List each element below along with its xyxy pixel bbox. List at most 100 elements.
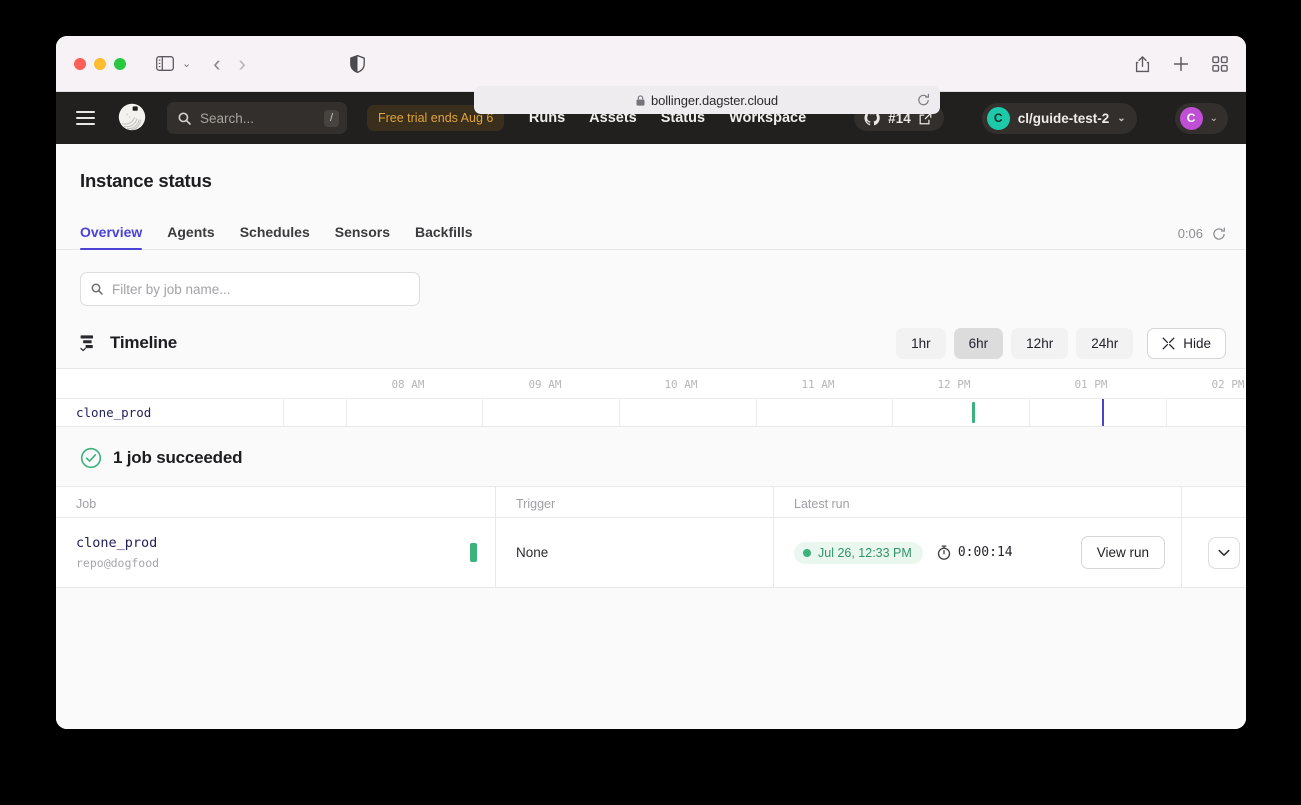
- collapse-icon: [1162, 337, 1175, 350]
- timeline-run-marker[interactable]: [972, 402, 975, 423]
- range-12hr-button[interactable]: 12hr: [1011, 328, 1068, 359]
- lock-icon: [636, 95, 645, 106]
- cell-latest-run: Jul 26, 12:33 PM: [774, 518, 1182, 588]
- close-window-button[interactable]: [74, 58, 86, 70]
- tab-sensors[interactable]: Sensors: [335, 224, 390, 249]
- timeline-tick: 09 AM: [528, 378, 561, 391]
- window-traffic-lights: [74, 58, 126, 70]
- privacy-shield-icon[interactable]: [350, 55, 365, 73]
- timeline-tick: 11 AM: [801, 378, 834, 391]
- filter-section: Filter by job name...: [56, 250, 1246, 306]
- hide-timeline-label: Hide: [1183, 336, 1211, 351]
- org-label: cl/guide-test-2: [1018, 111, 1110, 126]
- tab-agents[interactable]: Agents: [167, 224, 214, 249]
- sidebar-toggle-icon[interactable]: [156, 56, 174, 71]
- cell-trigger: None: [496, 518, 774, 588]
- timeline-row-track[interactable]: [284, 399, 1246, 426]
- job-cell-content: clone_prod repo@dogfood: [76, 535, 495, 570]
- table-empty-space: [56, 588, 1246, 710]
- cell-job: clone_prod repo@dogfood: [56, 518, 496, 588]
- run-duration-text: 0:00:14: [958, 545, 1013, 560]
- share-icon[interactable]: [1135, 55, 1150, 73]
- check-circle-icon: [80, 447, 102, 469]
- column-header-job: Job: [56, 487, 496, 518]
- user-avatar: C: [1180, 107, 1203, 130]
- timeline-now-line: [1102, 399, 1104, 426]
- row-menu-button[interactable]: [1208, 537, 1240, 569]
- jobs-table: Job Trigger Latest run clone_prod repo@d…: [56, 486, 1246, 710]
- user-menu[interactable]: C ⌄: [1175, 103, 1228, 134]
- gantt-timeline-icon: [80, 334, 99, 352]
- timeline-gridline: [1166, 399, 1167, 426]
- timeline-gridline: [756, 399, 757, 426]
- range-6hr-button[interactable]: 6hr: [954, 328, 1004, 359]
- sidebar-options-chevron-icon[interactable]: ⌄: [182, 57, 191, 70]
- timeline-gridline: [892, 399, 893, 426]
- stopwatch-icon: [937, 545, 951, 560]
- page-tabs: Overview Agents Schedules Sensors Backfi…: [56, 214, 1246, 250]
- timeline-header: Timeline 1hr 6hr 12hr 24hr Hide: [56, 306, 1246, 362]
- status-dot-icon: [803, 549, 811, 557]
- search-placeholder: Search...: [200, 111, 315, 126]
- chevron-down-icon: [1218, 549, 1230, 557]
- timeline-gridline: [619, 399, 620, 426]
- latest-run-status-badge[interactable]: Jul 26, 12:33 PM: [794, 542, 923, 564]
- timeline-tick: 01 PM: [1074, 378, 1107, 391]
- job-run-history-bar[interactable]: [470, 543, 477, 562]
- org-avatar: C: [987, 107, 1010, 130]
- latest-run-timestamp: Jul 26, 12:33 PM: [818, 546, 912, 560]
- tab-schedules[interactable]: Schedules: [240, 224, 310, 249]
- timeline-tick: 10 AM: [664, 378, 697, 391]
- browser-window: ⌄ ‹ › bollinger.dagster.cloud: [56, 36, 1246, 729]
- latest-run-content: Jul 26, 12:33 PM: [794, 536, 1181, 569]
- url-text: bollinger.dagster.cloud: [651, 93, 778, 108]
- job-repo-label: repo@dogfood: [76, 556, 159, 570]
- timeline-gridline: [482, 399, 483, 426]
- timeline-axis: 08 AM 09 AM 10 AM 11 AM 12 PM 01 PM 02 P…: [56, 369, 1246, 398]
- range-24hr-button[interactable]: 24hr: [1076, 328, 1133, 359]
- table-header-row: Job Trigger Latest run: [56, 487, 1246, 518]
- browser-chrome: ⌄ ‹ › bollinger.dagster.cloud: [56, 36, 1246, 92]
- job-status-summary-text: 1 job succeeded: [113, 448, 242, 468]
- timeline-grid: 08 AM 09 AM 10 AM 11 AM 12 PM 01 PM 02 P…: [56, 368, 1246, 427]
- timeline-row-label[interactable]: clone_prod: [56, 399, 284, 426]
- back-arrow-icon[interactable]: ‹: [213, 53, 220, 75]
- job-filter-input[interactable]: Filter by job name...: [80, 272, 420, 306]
- forward-arrow-icon[interactable]: ›: [239, 53, 246, 75]
- column-header-actions: [1182, 487, 1246, 518]
- dagster-app: Search... / Free trial ends Aug 6 Runs A…: [56, 92, 1246, 729]
- tab-backfills[interactable]: Backfills: [415, 224, 473, 249]
- search-icon: [178, 112, 191, 125]
- job-filter-placeholder: Filter by job name...: [112, 282, 231, 297]
- view-run-button[interactable]: View run: [1081, 536, 1165, 569]
- search-input[interactable]: Search... /: [167, 102, 347, 134]
- refresh-timer-text: 0:06: [1178, 226, 1203, 241]
- url-bar[interactable]: bollinger.dagster.cloud: [474, 86, 940, 114]
- search-icon: [91, 283, 103, 295]
- tab-overview[interactable]: Overview: [80, 224, 142, 249]
- trigger-value: None: [516, 545, 548, 560]
- timeline-tick: 02 PM: [1211, 378, 1244, 391]
- job-name-link[interactable]: clone_prod: [76, 535, 159, 551]
- timeline-gridline: [346, 399, 347, 426]
- instance-status-page: Instance status Overview Agents Schedule…: [56, 144, 1246, 729]
- desktop-screen: ⌄ ‹ › bollinger.dagster.cloud: [0, 0, 1301, 805]
- chevron-down-icon: ⌄: [1117, 113, 1125, 124]
- timeline-range-buttons: 1hr 6hr 12hr 24hr Hide: [896, 328, 1226, 359]
- dagster-logo-icon[interactable]: [115, 101, 149, 135]
- org-selector[interactable]: C cl/guide-test-2 ⌄: [982, 103, 1137, 134]
- timeline-row: clone_prod: [56, 398, 1246, 426]
- plus-icon[interactable]: [1173, 56, 1189, 72]
- refresh-icon[interactable]: [1212, 227, 1226, 241]
- minimize-window-button[interactable]: [94, 58, 106, 70]
- timeline-title: Timeline: [110, 333, 177, 353]
- tab-grid-icon[interactable]: [1212, 56, 1228, 72]
- reload-icon[interactable]: [917, 94, 930, 107]
- cell-actions: [1182, 518, 1246, 588]
- range-1hr-button[interactable]: 1hr: [896, 328, 946, 359]
- maximize-window-button[interactable]: [114, 58, 126, 70]
- chrome-right-actions: [1135, 55, 1228, 73]
- column-header-trigger: Trigger: [496, 487, 774, 518]
- hamburger-menu-icon[interactable]: [76, 111, 95, 125]
- hide-timeline-button[interactable]: Hide: [1147, 328, 1226, 359]
